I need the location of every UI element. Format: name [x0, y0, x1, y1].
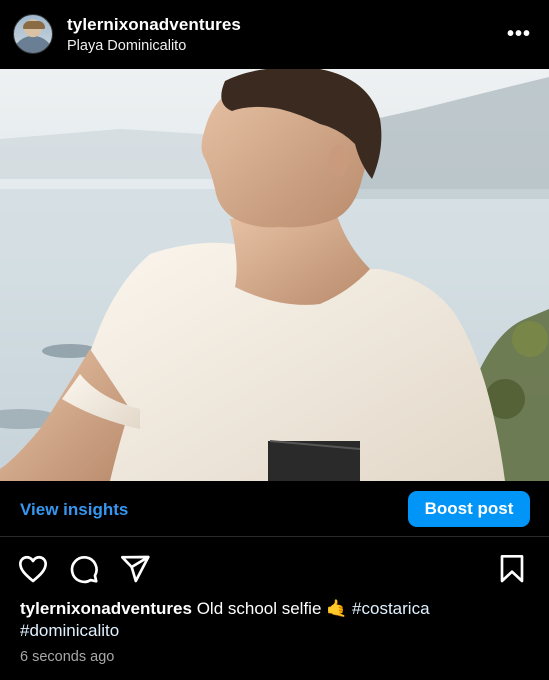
avatar[interactable] [13, 14, 53, 54]
view-insights-link[interactable]: View insights [20, 500, 128, 520]
hashtag-link[interactable]: #costarica [352, 599, 429, 618]
post-header: tylernixonadventures Playa Dominicalito … [0, 0, 549, 69]
post-photo[interactable] [0, 69, 549, 481]
heart-icon[interactable] [17, 553, 49, 585]
comment-icon[interactable] [68, 553, 100, 585]
boost-post-button[interactable]: Boost post [408, 491, 530, 527]
caption-username[interactable]: tylernixonadventures [20, 599, 192, 618]
hashtag-link[interactable]: #dominicalito [20, 621, 119, 640]
post-username[interactable]: tylernixonadventures [67, 15, 241, 35]
post-caption: tylernixonadventures Old school selfie 🤙… [20, 598, 530, 642]
post-timestamp: 6 seconds ago [20, 649, 115, 665]
more-icon[interactable]: ••• [507, 24, 531, 44]
send-icon[interactable] [119, 553, 151, 585]
caption-text: Old school selfie 🤙 [196, 599, 348, 618]
post-action-icons [0, 548, 549, 588]
bookmark-icon[interactable] [496, 553, 528, 585]
post-photo-illustration [0, 69, 549, 481]
insights-bar: View insights Boost post [0, 481, 549, 537]
post-location[interactable]: Playa Dominicalito [67, 38, 186, 54]
